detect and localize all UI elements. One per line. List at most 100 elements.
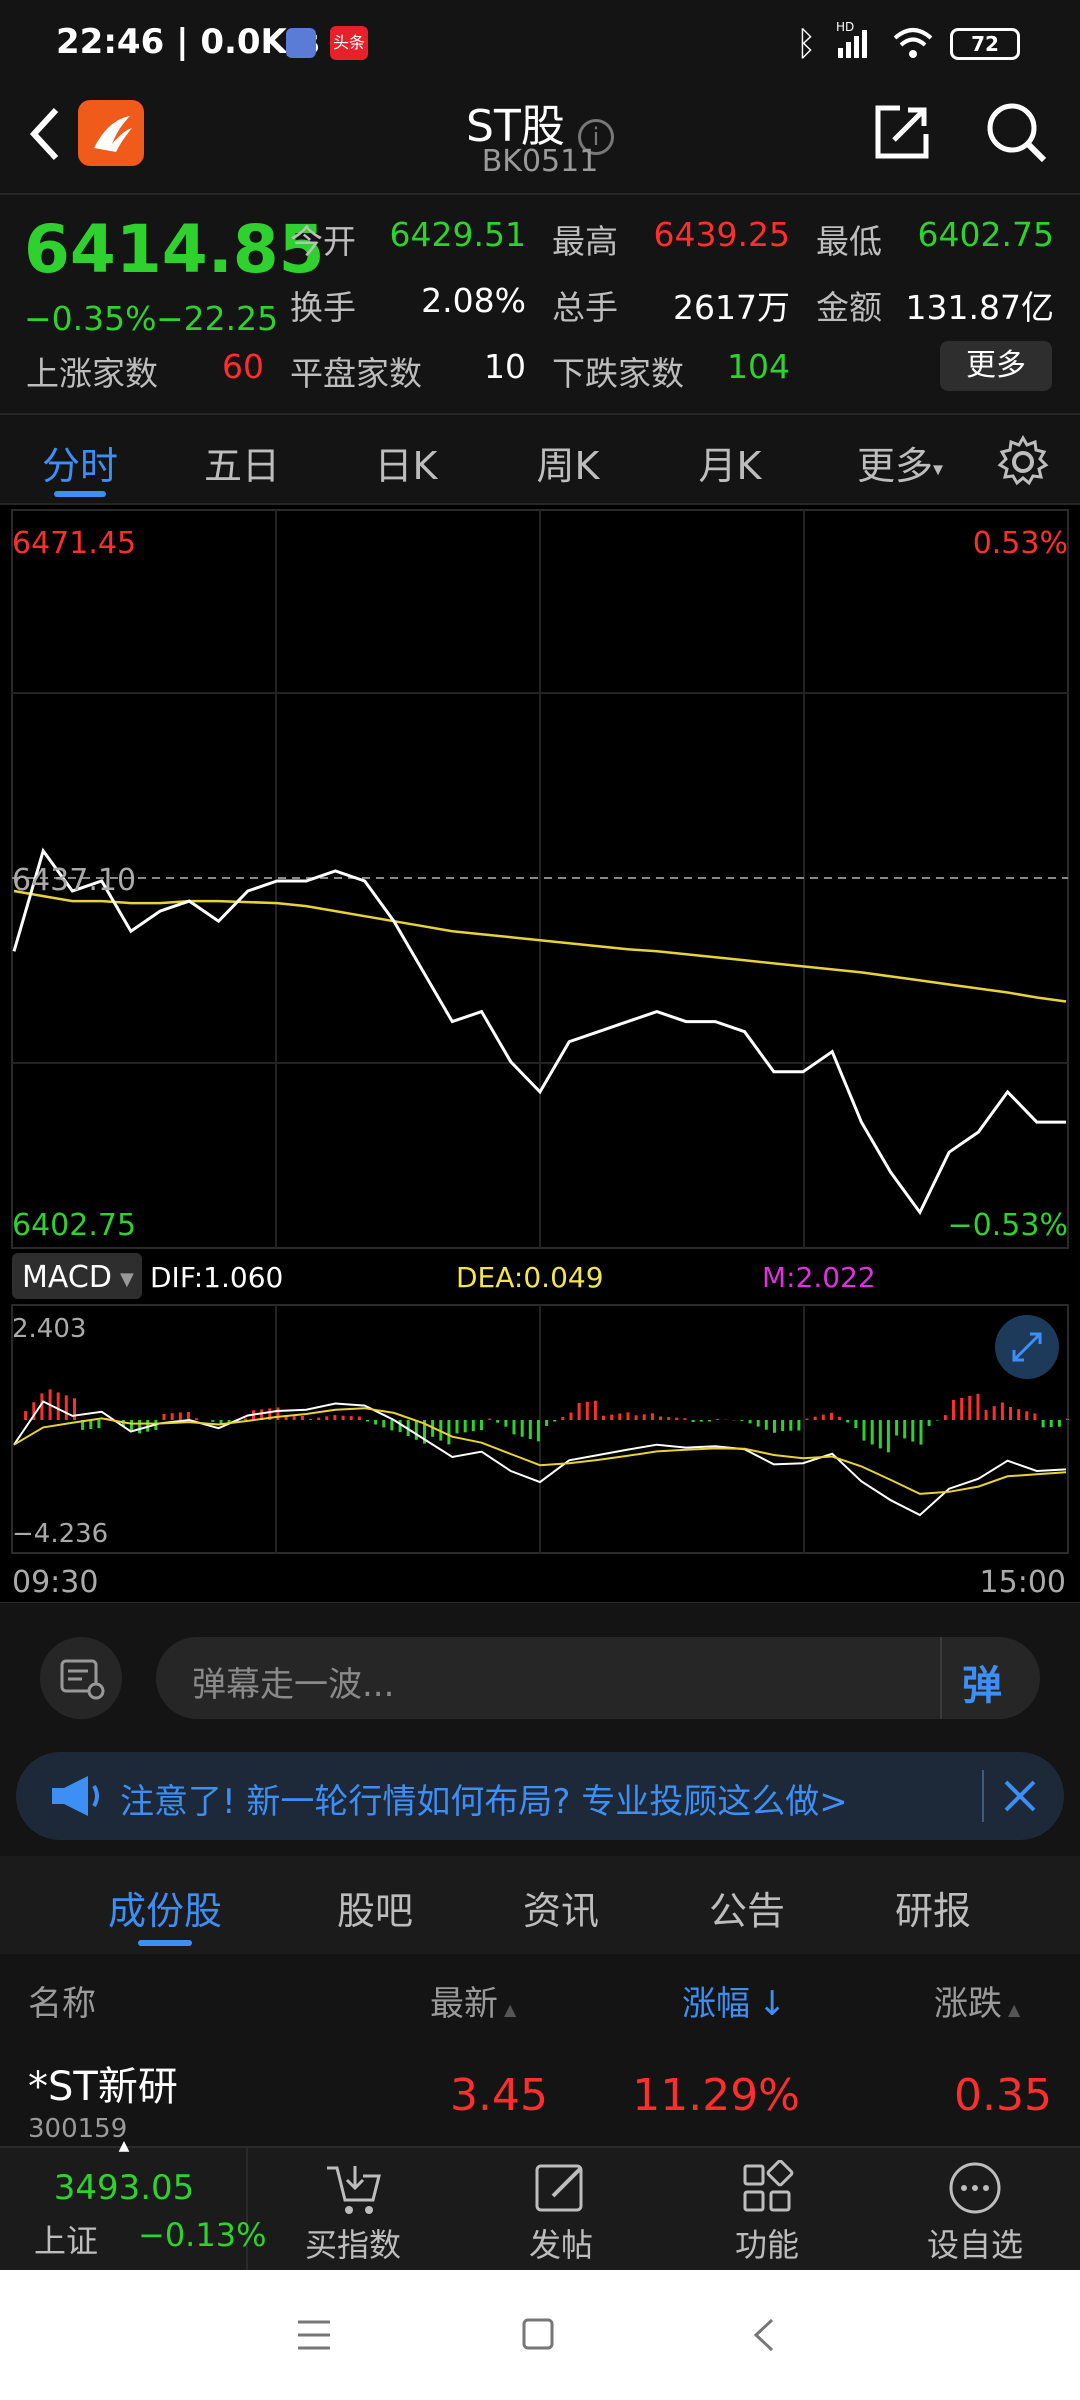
macd-bar (398, 1420, 402, 1433)
tab-weekly-k[interactable]: 周K (508, 435, 628, 490)
macd-bar (1057, 1420, 1061, 1427)
nav-back-icon[interactable] (748, 2316, 778, 2354)
macd-bar (536, 1420, 540, 1442)
index-value: 3493.05 (53, 2168, 195, 2208)
buy-index-button[interactable]: 买指数 (278, 2156, 428, 2268)
tab-research[interactable]: 研报 (858, 1880, 1008, 1935)
macd-bar (952, 1399, 955, 1420)
macd-bar (895, 1420, 899, 1436)
macd-bar (626, 1412, 630, 1420)
tab-more-label: 更多 (856, 444, 933, 488)
macd-bar (748, 1420, 752, 1424)
search-icon[interactable] (984, 100, 1048, 164)
clock: 22:46 (56, 22, 165, 62)
column-latest[interactable]: 最新 ▲ (430, 1976, 516, 2025)
more-button[interactable]: 更多 (940, 341, 1052, 391)
tab-five-day[interactable]: 五日 (182, 435, 302, 490)
tab-constituents[interactable]: 成份股 (90, 1880, 240, 1935)
column-change-pct[interactable]: 涨幅 ↓ (682, 1976, 787, 2025)
tab-news[interactable]: 资讯 (486, 1880, 636, 1935)
amount-label: 金额 (816, 288, 882, 327)
menu-icon[interactable] (296, 2318, 332, 2352)
post-button[interactable]: 发帖 (486, 2156, 636, 2268)
tab-intraday[interactable]: 分时 (20, 435, 140, 490)
macd-bar (781, 1420, 785, 1431)
macd-bar (178, 1412, 182, 1420)
input-divider (940, 1637, 942, 1719)
macd-bar (1009, 1407, 1012, 1420)
danmu-input[interactable]: 弹幕走一波... 弹 (156, 1637, 1040, 1719)
share-icon[interactable] (872, 102, 932, 162)
app-badge-icon: 头条 (330, 26, 368, 60)
macd-bar (919, 1420, 923, 1445)
column-change[interactable]: 涨跌 ▲ (934, 1976, 1020, 2025)
macd-bar (528, 1420, 532, 1439)
column-latest-label: 最新 (430, 1984, 498, 2024)
index-name: 上证 (34, 2222, 99, 2260)
macd-bar (1000, 1402, 1004, 1420)
high-label: 最高 (552, 222, 618, 261)
macd-bar (683, 1418, 687, 1420)
add-watchlist-button[interactable]: 设自选 (900, 2156, 1050, 2268)
macd-bar (805, 1418, 809, 1420)
notification-gear-icon (286, 28, 316, 58)
notice-text[interactable]: 注意了! 新一轮行情如何布局? 专业投顾这么做> (120, 1774, 848, 1823)
current-price: 6414.85 (24, 211, 325, 288)
macd-bar (561, 1417, 565, 1420)
intraday-chart[interactable]: 6471.45 0.53% 6437.10 6402.75 −0.53% MAC… (0, 505, 1080, 1604)
tab-daily-k[interactable]: 日K (346, 435, 466, 490)
macd-bar (634, 1415, 638, 1420)
dif-value: DIF:1.060 (150, 1261, 283, 1294)
app-logo-icon[interactable] (78, 100, 144, 166)
constituent-tabs: 成份股 股吧 资讯 公告 研报 (0, 1856, 1080, 1954)
index-ticker[interactable]: ▲ 3493.05 上证 −0.13% (0, 2138, 266, 2270)
notice-divider (982, 1770, 984, 1822)
system-nav-bar (0, 2270, 1080, 2400)
macd-bar (512, 1420, 516, 1435)
macd-bar (593, 1400, 597, 1420)
macd-bar (504, 1420, 508, 1427)
board-code: BK0511 (481, 144, 599, 179)
index-change: −0.13% (138, 2216, 267, 2254)
macd-dropdown-icon: ▼ (120, 1269, 134, 1290)
close-icon[interactable] (1002, 1778, 1038, 1814)
tab-announcements[interactable]: 公告 (672, 1880, 822, 1935)
macd-bar (414, 1420, 418, 1440)
turnover-value: 2.08% (421, 281, 526, 320)
tab-monthly-k[interactable]: 月K (670, 435, 790, 490)
notice-banner[interactable]: 注意了! 新一轮行情如何布局? 专业投顾这么做> (16, 1752, 1064, 1840)
active-tab-indicator (54, 491, 106, 497)
table-row[interactable]: *ST新研 300159 3.45 11.29% 0.35 (0, 2038, 1080, 2146)
macd-bar (789, 1420, 793, 1431)
time-end-label: 15:00 (980, 1565, 1066, 1600)
macd-bar (349, 1416, 353, 1420)
macd-bar (675, 1417, 679, 1420)
macd-bar (1049, 1420, 1053, 1427)
send-danmu-button[interactable]: 弹 (962, 1653, 1002, 1711)
macd-bar (170, 1413, 174, 1420)
macd-bar (553, 1420, 557, 1422)
home-icon[interactable] (520, 2316, 556, 2352)
macd-bar (830, 1412, 833, 1420)
up-count: 60 (222, 347, 264, 386)
macd-bar (1033, 1413, 1037, 1420)
dropdown-arrow-icon: ▾ (932, 456, 944, 481)
macd-bar (878, 1420, 882, 1449)
macd-bar (89, 1420, 93, 1430)
max-price-label: 6471.45 (12, 526, 136, 561)
cart-icon (327, 2166, 381, 2214)
danmu-bar: 弹幕走一波... 弹 (0, 1603, 1080, 1743)
stock-change-pct: 11.29% (632, 2070, 800, 2121)
back-arrow-icon[interactable] (24, 104, 64, 164)
functions-button[interactable]: 功能 (692, 2156, 842, 2268)
gear-icon[interactable] (996, 435, 1050, 489)
macd-bar (138, 1420, 142, 1434)
macd-bar (455, 1420, 459, 1434)
macd-bar (984, 1409, 988, 1420)
macd-bar (1041, 1420, 1045, 1428)
post-label: 发帖 (528, 2226, 593, 2264)
chart-tabs: 分时 五日 日K 周K 月K 更多▾ (0, 413, 1080, 505)
tab-forum[interactable]: 股吧 (300, 1880, 450, 1935)
tab-more[interactable]: 更多▾ (830, 435, 970, 490)
chat-settings-icon[interactable] (40, 1637, 122, 1719)
